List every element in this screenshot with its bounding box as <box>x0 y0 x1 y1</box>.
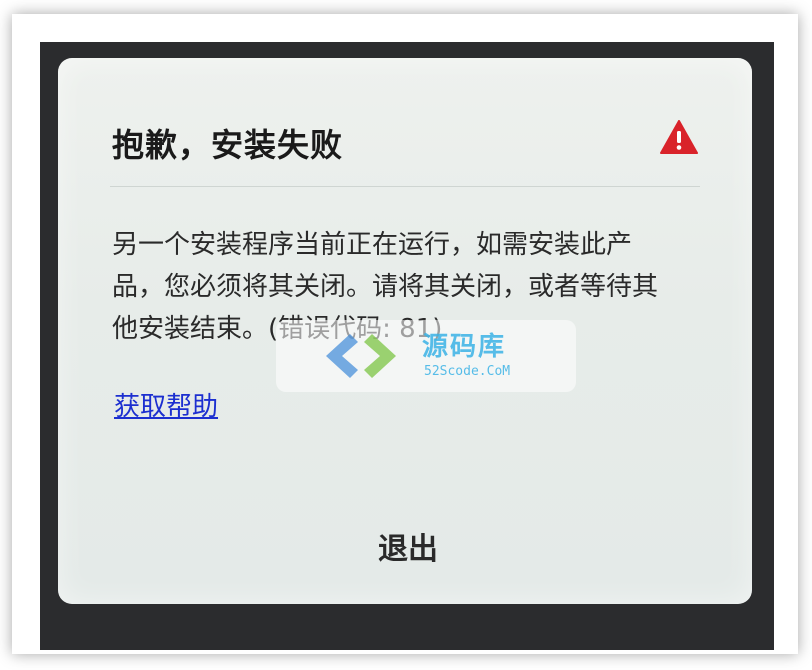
dialog-title: 抱歉，安装失败 <box>112 126 344 164</box>
watermark-url: 52Scode.CoM <box>424 364 511 379</box>
exit-button[interactable]: 退出 <box>338 526 478 574</box>
photo-frame: 抱歉，安装失败 另一个安装程序当前正在运行，如需安装此产品，您必须将其关闭。请将… <box>12 14 798 654</box>
watermark-text: 源码库 <box>422 332 507 362</box>
warning-icon <box>660 120 698 154</box>
error-dialog: 抱歉，安装失败 另一个安装程序当前正在运行，如需安装此产品，您必须将其关闭。请将… <box>58 58 752 604</box>
get-help-link[interactable]: 获取帮助 <box>114 386 218 423</box>
screen-bezel: 抱歉，安装失败 另一个安装程序当前正在运行，如需安装此产品，您必须将其关闭。请将… <box>40 42 774 650</box>
watermark-logo-icon <box>326 334 396 378</box>
title-divider <box>110 186 700 187</box>
watermark: 源码库 52Scode.CoM <box>276 320 576 392</box>
